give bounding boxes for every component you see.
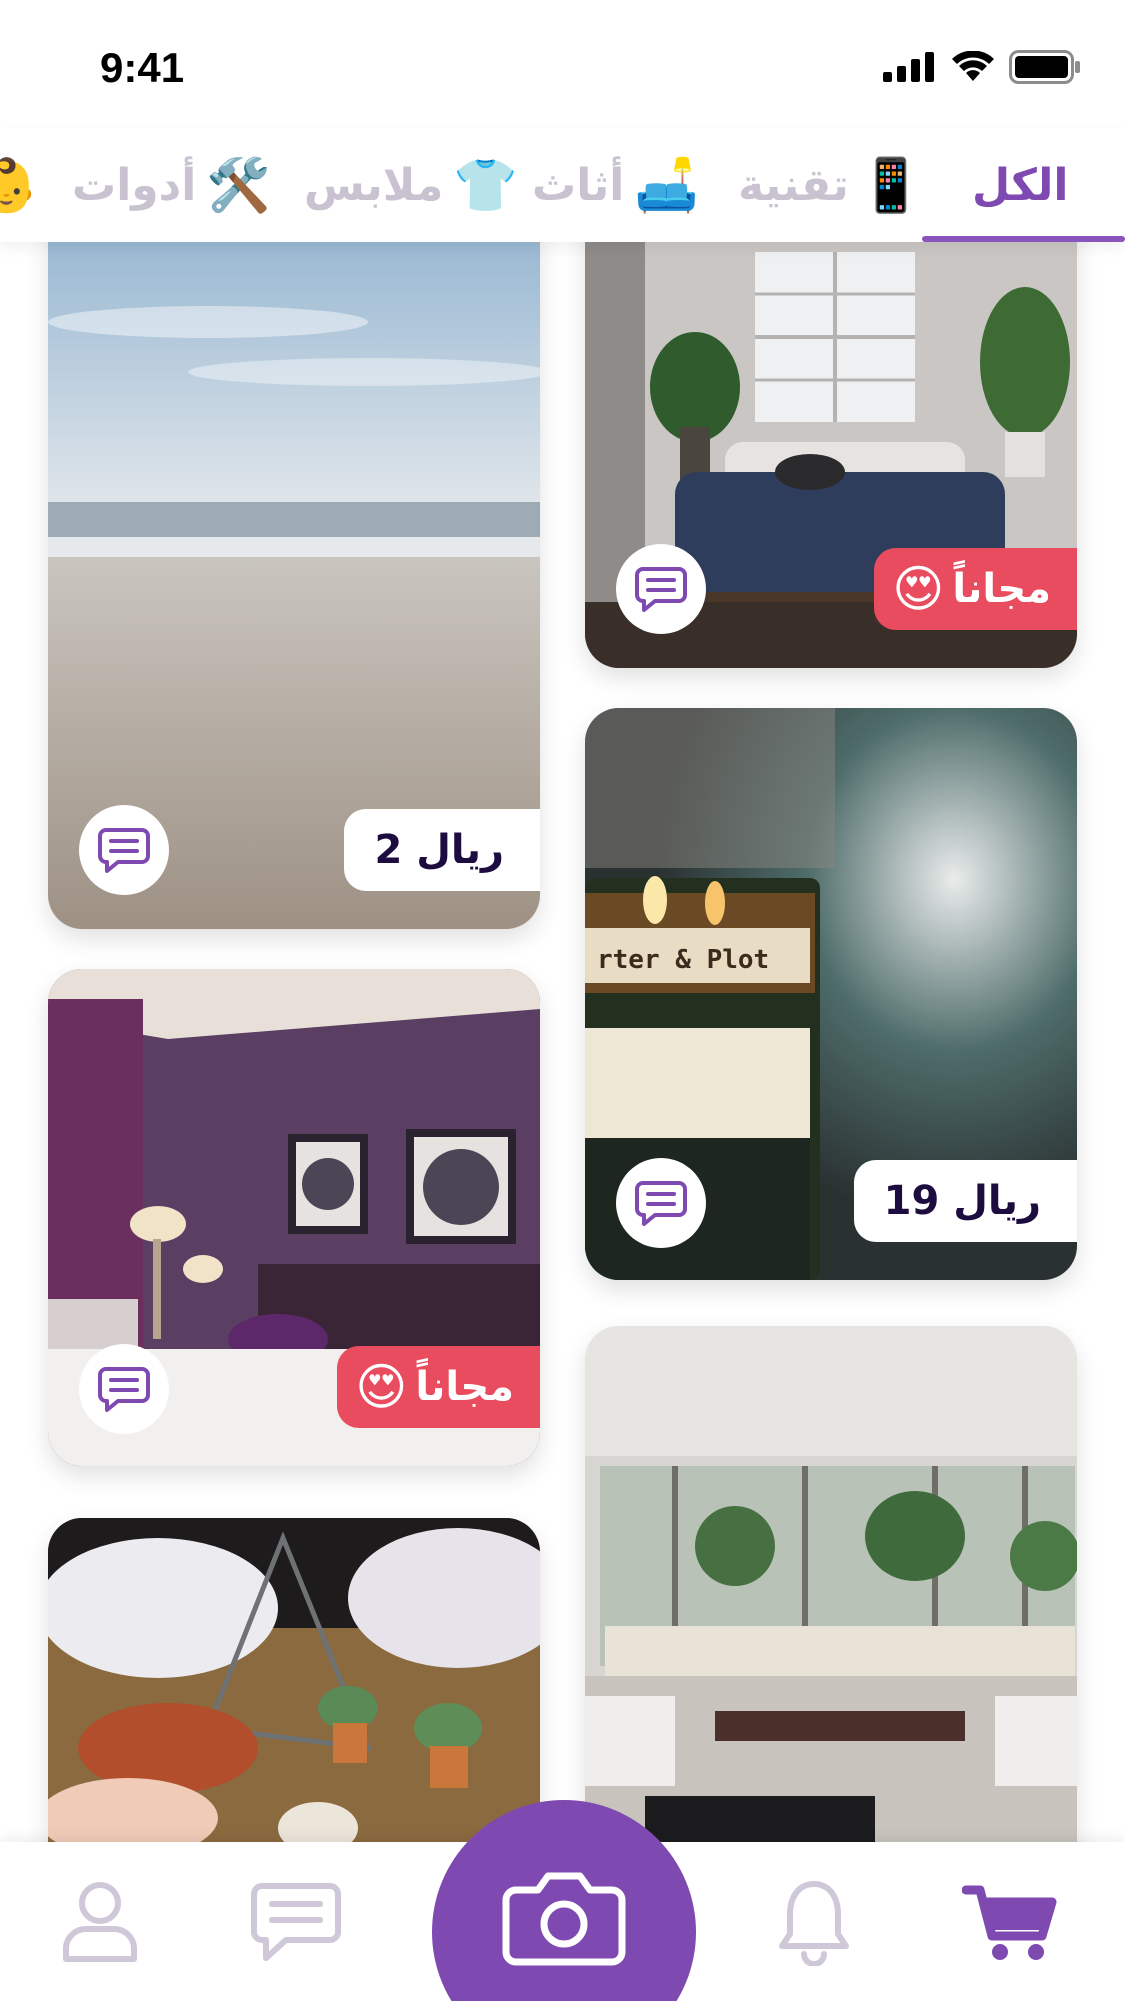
tab-label: أدوات [72,159,197,211]
chat-bubble-icon [98,1367,150,1412]
tab-label: الكل [972,159,1069,211]
tab-baby[interactable]: 👶 [0,128,39,242]
chat-button[interactable] [616,544,706,634]
wifi-icon [952,51,994,81]
nav-notifications[interactable] [764,1872,864,1972]
chat-bubble-icon [635,567,687,612]
tools-icon: 🛠️ [206,155,272,216]
free-badge: 😍 مجاناً [874,548,1077,630]
status-icons [883,50,1081,84]
price-badge: 2 ريال [344,809,540,891]
listing-card[interactable]: 2 ريال [48,242,540,929]
listing-card[interactable]: rter & Plot 19 ريال [585,708,1077,1280]
status-bar: 9:41 [0,0,1125,128]
svg-text:rter & Plot: rter & Plot [597,945,769,975]
tab-all[interactable]: الكل [972,128,1068,242]
profile-icon [63,1882,137,1962]
listing-card[interactable] [585,1326,1077,1842]
badge-label: مجاناً [952,566,1051,612]
cart-icon [962,1885,1057,1960]
bell-icon [779,1881,849,1966]
active-tab-indicator [922,236,1125,242]
mobile-phone-icon: 📱 [858,155,924,216]
chat-bubble-icon [635,1181,687,1226]
succulents-photo [48,1518,540,1842]
couch-icon: 🛋️ [634,155,700,216]
tab-clothes[interactable]: ملابس 👕 [304,128,518,242]
shirt-icon: 👕 [453,155,519,216]
camera-icon [502,1872,626,1966]
cellular-signal-icon [883,52,934,82]
baby-icon: 👶 [0,155,39,216]
chat-button[interactable] [616,1158,706,1248]
nav-profile[interactable] [50,1872,150,1972]
tab-label: أثاث [532,159,625,211]
nav-cart[interactable] [960,1872,1060,1972]
listing-card[interactable]: 😍 مجاناً [48,969,540,1466]
tab-tools[interactable]: أدوات 🛠️ [72,128,271,242]
listing-card[interactable]: 😍 مجاناً [585,242,1077,668]
tab-label: تقنية [738,159,849,211]
chat-bubble-icon [98,828,150,873]
listing-card[interactable] [48,1518,540,1842]
badge-label: مجاناً [415,1364,514,1410]
battery-icon [1009,50,1080,84]
status-time: 9:41 [100,44,185,91]
price-badge: 19 ريال [853,1160,1077,1242]
listings-feed: 😍 مجاناً 2 ريال rter & Plot 19 ريال 😍 مج… [0,242,1125,1842]
heart-eyes-icon: 😍 [355,1358,408,1416]
category-tabs: الكل تقنية 📱 أثاث 🛋️ ملابس 👕 أدوات 🛠️ 👶 [0,128,1125,242]
tab-label: ملابس [304,159,444,211]
heart-eyes-icon: 😍 [892,560,945,618]
living-room-photo [585,1326,1077,1842]
tab-tech[interactable]: تقنية 📱 [738,128,924,242]
chat-button[interactable] [79,1344,169,1434]
free-badge: 😍 مجاناً [337,1346,540,1428]
chat-button[interactable] [79,805,169,895]
nav-messages[interactable] [246,1872,346,1972]
chat-icon [251,1883,341,1961]
tab-furniture[interactable]: أثاث 🛋️ [532,128,699,242]
